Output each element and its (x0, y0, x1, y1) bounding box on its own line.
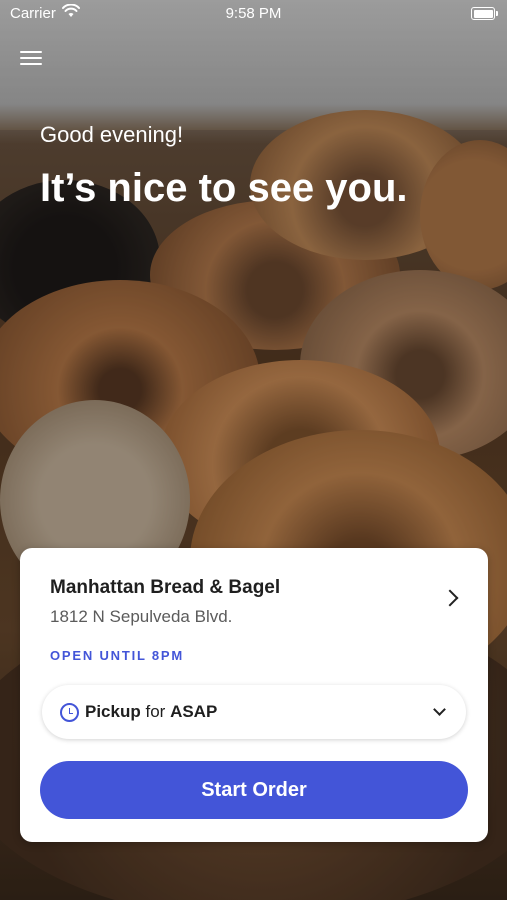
start-order-button[interactable]: Start Order (40, 761, 468, 819)
order-mode: Pickup (85, 702, 141, 721)
store-name: Manhattan Bread & Bagel (50, 577, 281, 598)
store-details-link[interactable]: Manhattan Bread & Bagel 1812 N Sepulveda… (20, 548, 488, 638)
clock-time: 9:58 PM (225, 5, 282, 22)
order-type-selector[interactable]: Pickup for ASAP (42, 685, 466, 739)
store-card: Manhattan Bread & Bagel 1812 N Sepulveda… (20, 548, 488, 842)
order-connector: for (145, 702, 166, 721)
order-type-label: Pickup for ASAP (85, 702, 217, 722)
status-bar: Carrier 9:58 PM (0, 0, 507, 28)
clock-icon (60, 703, 79, 722)
page-title: It’s nice to see you. (40, 166, 408, 210)
hamburger-menu-icon[interactable] (20, 48, 42, 68)
greeting-text: Good evening! (40, 122, 184, 147)
chevron-right-icon[interactable] (441, 589, 459, 607)
store-hours-badge: OPEN UNTIL 8PM (50, 648, 185, 663)
battery-icon (471, 7, 498, 20)
menu-line (20, 63, 42, 65)
chevron-down-icon[interactable] (433, 703, 446, 716)
store-address: 1812 N Sepulveda Blvd. (50, 607, 233, 626)
order-time: ASAP (170, 702, 218, 721)
menu-line (20, 57, 42, 59)
menu-line (20, 51, 42, 53)
